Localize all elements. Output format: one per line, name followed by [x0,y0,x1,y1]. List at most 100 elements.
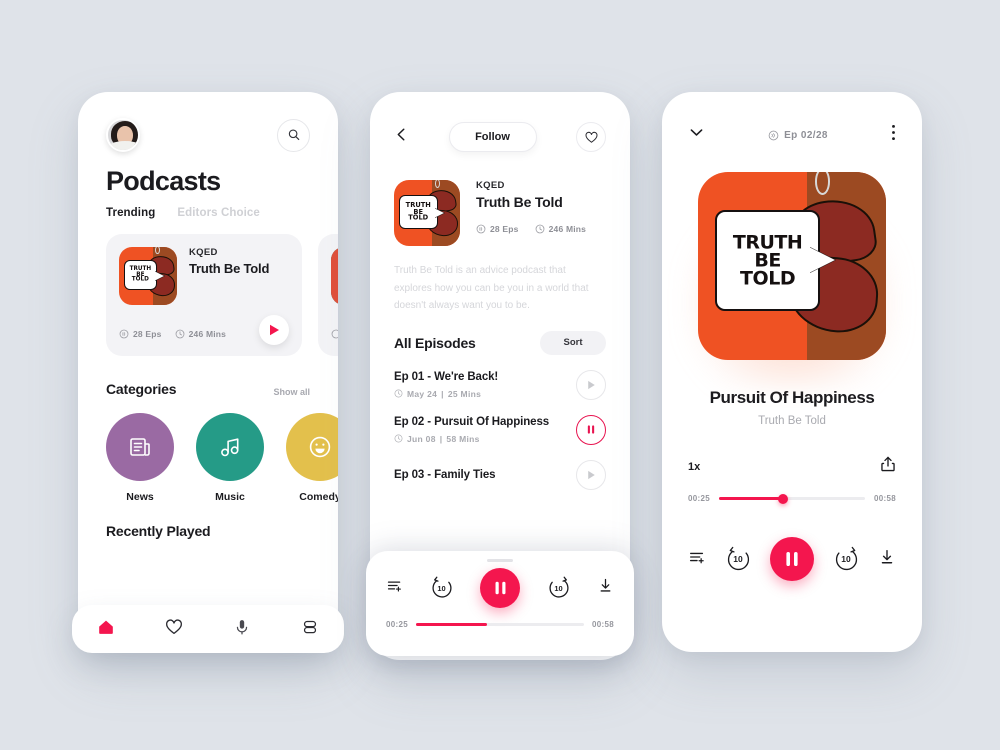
tab-trending[interactable]: Trending [106,207,155,219]
show-duration-stat: 246 Mins [535,224,587,234]
track-show: Truth Be Told [758,415,826,427]
categories-heading: Categories [106,381,177,397]
category-item-news[interactable]: News [106,413,174,503]
pause-icon [786,552,798,566]
category-item-music[interactable]: Music [196,413,264,503]
avatar[interactable] [106,118,140,152]
clock-icon [394,389,403,398]
like-button[interactable] [576,122,606,152]
show-episodes-stat: 28 Eps [476,224,519,234]
episode-counter: Ep 02/28 [768,130,828,141]
tab-home[interactable] [96,617,116,642]
category-label: Music [215,491,245,503]
rewind-arrow-icon [431,576,451,598]
back-button[interactable] [394,127,409,147]
bottom-tab-bar [72,605,344,653]
seek-bar[interactable] [718,493,866,504]
categories-header: Categories Show all [78,359,338,397]
tab-editors-choice[interactable]: Editors Choice [177,207,260,219]
card-duration-stat: 246 Mins [175,329,227,339]
tab-library[interactable] [300,617,320,642]
episodes-icon [331,329,338,339]
tab-favorites[interactable] [164,617,184,642]
episodes-icon [476,224,486,234]
share-icon [881,456,895,472]
sort-button[interactable]: Sort [540,330,606,355]
episode-row[interactable]: Ep 01 - We're Back! May 24 | 25 Mins [370,355,630,400]
rewind-10-button[interactable]: 10 [723,544,753,574]
pause-icon [495,581,505,595]
rewind-arrow-icon [727,546,749,570]
art-line-3: TOLD [408,213,429,222]
card-title: Truth Be Told [189,261,270,276]
play-icon [269,324,279,336]
queue-add-icon [690,552,704,563]
heart-icon [166,618,182,634]
search-button[interactable] [277,118,310,152]
collapse-button[interactable] [688,124,705,146]
podcast-card[interactable]: TRUTH BE TOLD KQED Truth Be Told 28 Eps … [106,234,302,356]
art-line-3: TOLD [739,266,796,290]
seek-bar[interactable] [415,623,585,626]
art-line-3: TOLD [131,276,149,284]
player-seek: 00:25 00:58 [662,478,922,504]
category-list: News Music Comedy [78,397,338,503]
rewind-10-button[interactable]: 10 [429,575,455,601]
download-button[interactable] [597,577,614,599]
episode-pause-button[interactable] [576,414,606,445]
search-icon [288,129,299,141]
episode-date: Jun 08 [407,433,436,444]
episode-row[interactable]: Ep 03 - Family Ties [370,445,630,490]
episode-meta: May 24 | 25 Mins [394,389,498,399]
show-duration-text: 246 Mins [548,224,587,234]
show-all-link[interactable]: Show all [273,387,310,397]
seek-knob[interactable] [778,493,789,504]
player-utility-row: 1x [662,427,922,478]
elapsed-time: 00:25 [386,620,408,629]
episode-play-button[interactable] [576,459,606,490]
show-episodes-text: 28 Eps [490,224,519,234]
card-episodes-stat [331,329,338,339]
player-controls: 10 10 [662,503,922,581]
show-title: Truth Be Told [476,194,563,210]
episode-row[interactable]: Ep 02 - Pursuit Of Happiness Jun 08 | 58… [370,400,630,445]
forward-arrow-icon [835,546,857,570]
episodes-icon [768,130,779,140]
category-label: Comedy [299,491,338,503]
card-publisher: KQED [189,247,218,258]
card-episodes-stat: 28 Eps [119,329,162,339]
queue-button[interactable] [688,548,706,571]
remaining-time: 00:58 [592,620,614,629]
download-button[interactable] [878,548,896,571]
forward-10-button[interactable]: 10 [831,544,861,574]
share-button[interactable] [880,455,896,478]
tab-podcasts[interactable] [232,617,252,642]
card-play-button[interactable] [259,315,289,345]
phone-screen-player: Ep 02/28 TRUTH BE TOLD Pursuit Of Happin… [662,92,922,652]
microphone-icon [236,619,248,635]
forward-10-button[interactable]: 10 [546,575,572,601]
show-publisher: KQED [476,180,505,191]
player-header: Ep 02/28 [662,92,922,146]
download-icon [881,549,893,563]
play-pause-button[interactable] [480,568,520,608]
play-icon [587,470,595,479]
podcast-artwork: TRUTH BE TOLD [394,180,460,246]
category-item-comedy[interactable]: Comedy [286,413,338,503]
queue-button[interactable] [386,577,403,599]
episode-title: Ep 02 - Pursuit Of Happiness [394,415,550,428]
follow-button[interactable]: Follow [448,122,537,152]
home-tabs: Trending Editors Choice [78,197,338,219]
smiley-icon [309,436,331,458]
podcast-card[interactable] [318,234,338,356]
episode-counter-text: Ep 02/28 [784,129,828,141]
episode-play-button[interactable] [576,369,606,400]
more-button[interactable] [891,124,896,146]
play-pause-button[interactable] [770,537,814,581]
podcast-artwork [331,247,338,305]
episode-meta: Jun 08 | 58 Mins [394,434,549,444]
playback-speed-button[interactable]: 1x [688,461,700,473]
home-icon [99,620,113,634]
episode-title: Ep 03 - Family Ties [394,468,496,481]
category-label: News [126,491,154,503]
